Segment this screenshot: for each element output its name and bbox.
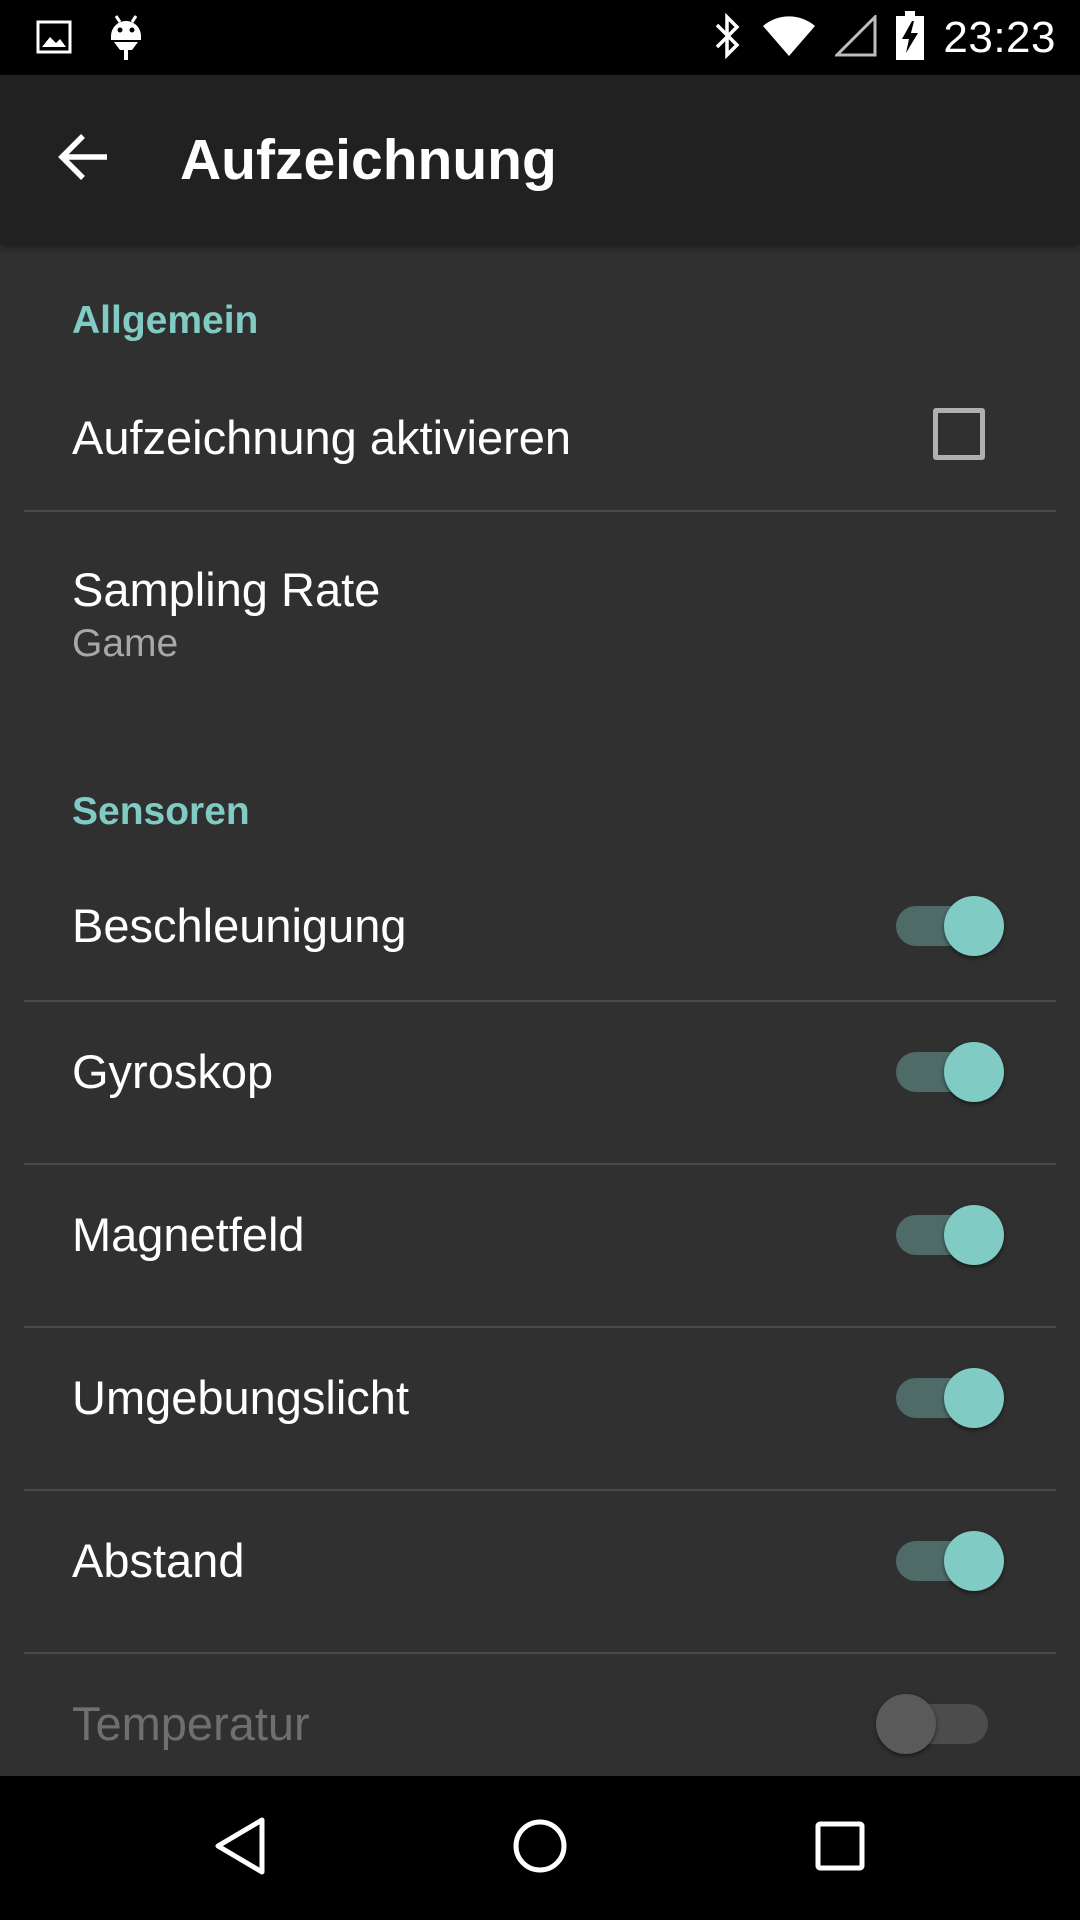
ambient-light-switch[interactable] (896, 1362, 1006, 1428)
switch-thumb (944, 896, 1004, 956)
distance-switch[interactable] (896, 1525, 1006, 1591)
arrow-back-icon (57, 133, 109, 186)
pref-distance-title: Abstand (72, 1534, 245, 1587)
nav-recents-icon (812, 1818, 868, 1879)
pref-distance[interactable]: Abstand (0, 1491, 1080, 1652)
android-debug-icon (108, 14, 144, 65)
switch-thumb (944, 1368, 1004, 1428)
gyroscope-switch[interactable] (896, 1036, 1006, 1102)
section-header-sensors: Sensoren (72, 790, 250, 833)
pref-acceleration[interactable]: Beschleunigung (0, 858, 1080, 1020)
switch-thumb (944, 1205, 1004, 1265)
temperature-switch[interactable] (876, 1688, 990, 1754)
pref-enable-recording[interactable]: Aufzeichnung aktivieren (0, 368, 1080, 505)
pref-magnetic-field[interactable]: Magnetfeld (0, 1165, 1080, 1326)
navigation-bar (0, 1776, 1080, 1920)
enable-recording-checkbox[interactable] (933, 408, 985, 460)
nav-recents-button[interactable] (780, 1808, 900, 1888)
pref-gyroscope[interactable]: Gyroskop (0, 1002, 1080, 1163)
nav-back-icon (212, 1816, 268, 1881)
image-icon (36, 19, 72, 60)
pref-ambient-light-title: Umgebungslicht (72, 1371, 410, 1424)
back-button[interactable] (40, 119, 126, 199)
app-bar: Aufzeichnung (0, 75, 1080, 243)
page-title: Aufzeichnung (180, 128, 557, 192)
wifi-icon (761, 14, 817, 63)
nav-home-button[interactable] (480, 1808, 600, 1888)
pref-acceleration-title: Beschleunigung (72, 899, 407, 952)
nav-home-icon (510, 1816, 570, 1881)
settings-screen: 23:23 Aufzeichnung Allgemein Aufzeichnun… (0, 0, 1080, 1920)
pref-ambient-light[interactable]: Umgebungslicht (0, 1328, 1080, 1489)
status-bar: 23:23 (0, 0, 1080, 75)
signal-icon (833, 12, 877, 62)
magnetic-field-switch[interactable] (896, 1199, 1006, 1265)
acceleration-switch[interactable] (896, 890, 1006, 956)
pref-temperature-title: Temperatur (72, 1697, 310, 1750)
pref-sampling-rate-title: Sampling Rate (72, 563, 381, 616)
nav-back-button[interactable] (180, 1808, 300, 1888)
preferences-list: Allgemein Aufzeichnung aktivieren Sampli… (0, 243, 1080, 1776)
switch-thumb (876, 1694, 936, 1754)
pref-magnetic-field-title: Magnetfeld (72, 1208, 305, 1261)
status-time: 23:23 (943, 13, 1056, 62)
pref-temperature[interactable]: Temperatur (0, 1654, 1080, 1776)
pref-sampling-rate[interactable]: Sampling Rate Game (0, 512, 1080, 696)
battery-charging-icon (895, 10, 925, 66)
section-header-general: Allgemein (72, 299, 259, 342)
switch-thumb (944, 1531, 1004, 1591)
pref-enable-recording-title: Aufzeichnung aktivieren (72, 411, 572, 464)
pref-sampling-rate-summary: Game (72, 622, 179, 665)
switch-thumb (944, 1042, 1004, 1102)
pref-gyroscope-title: Gyroskop (72, 1045, 274, 1098)
bluetooth-icon (713, 12, 743, 64)
